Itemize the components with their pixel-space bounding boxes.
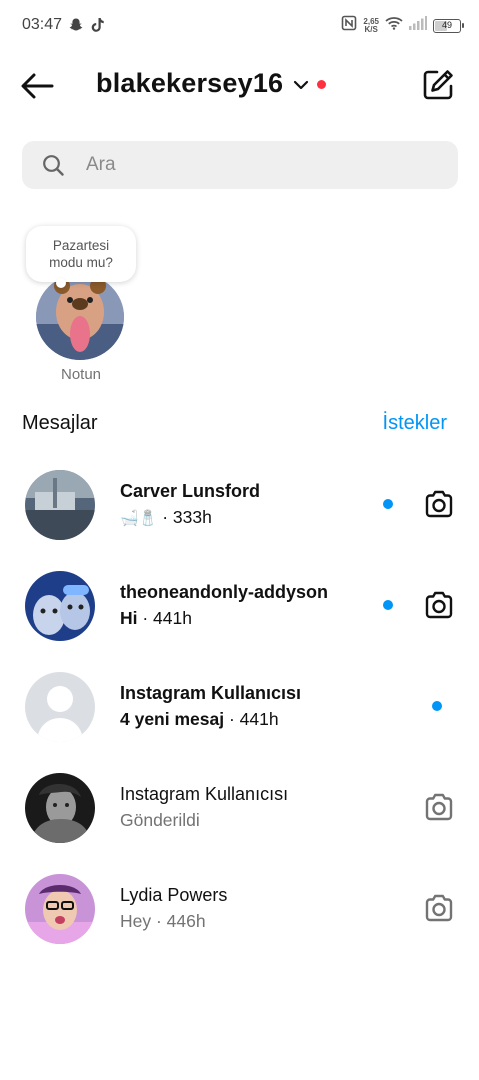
camera-button[interactable] <box>423 488 455 520</box>
thread-preview: 🛁🧂 · 333h <box>120 507 212 528</box>
thread-time: · 441h <box>137 608 192 628</box>
camera-button[interactable] <box>423 589 455 621</box>
account-switcher[interactable]: blakekersey16 <box>96 68 327 99</box>
battery-icon: 49 <box>433 18 464 33</box>
thread-preview: Gönderildi <box>120 810 200 831</box>
back-button[interactable] <box>18 70 56 102</box>
status-time: 03:47 <box>22 16 63 33</box>
snapchat-icon <box>68 17 84 38</box>
note-bubble[interactable]: Pazartesi modu mu? <box>26 226 136 288</box>
nfc-icon <box>341 15 357 36</box>
chevron-down-icon <box>293 77 309 95</box>
search-icon <box>43 155 64 176</box>
my-note[interactable]: Pazartesi modu mu? Notun <box>22 224 140 390</box>
avatar <box>25 773 95 843</box>
battery-percent: 49 <box>441 19 452 30</box>
thread-preview-text: Hi <box>120 608 138 628</box>
note-label: Notun <box>60 366 102 383</box>
thread-preview-text: Hey <box>120 911 152 931</box>
avatar <box>25 470 95 540</box>
thread-name: theoneandonly-addyson <box>120 582 329 602</box>
note-text-line-2: modu mu? <box>49 255 113 270</box>
note-text-line-1: Pazartesi <box>52 238 110 253</box>
thread-item[interactable]: Carver Lunsford 🛁🧂 · 333h <box>0 460 479 550</box>
signal-icon <box>409 16 427 35</box>
inbox-header: blakekersey16 <box>0 56 479 116</box>
camera-icon <box>425 591 453 619</box>
wifi-icon <box>385 16 403 35</box>
thread-time: · 441h <box>224 709 279 729</box>
thread-preview: Hi · 441h <box>120 608 192 629</box>
thread-preview-emoji: 🛁🧂 <box>120 509 158 527</box>
unread-dot <box>383 499 393 509</box>
messages-heading: Mesajlar <box>22 412 98 434</box>
unread-dot <box>432 701 442 711</box>
notification-dot <box>317 80 327 89</box>
avatar <box>25 571 95 641</box>
avatar <box>25 874 95 944</box>
compose-icon <box>423 70 453 100</box>
status-left-icons <box>68 17 105 38</box>
camera-button[interactable] <box>423 791 455 823</box>
thread-item[interactable]: theoneandonly-addyson Hi · 441h <box>0 561 479 651</box>
thread-preview: Hey · 446h <box>120 911 206 932</box>
thread-item[interactable]: Instagram Kullanıcısı Gönderildi <box>0 763 479 853</box>
thread-preview-text: 4 yeni mesaj <box>120 709 225 729</box>
thread-time: · 446h <box>151 911 206 931</box>
thread-preview: 4 yeni mesaj · 441h <box>120 709 279 730</box>
camera-icon <box>425 793 453 821</box>
unread-dot <box>383 600 393 610</box>
search-bar[interactable] <box>22 141 458 189</box>
arrow-left-icon <box>21 73 54 99</box>
thread-name: Instagram Kullanıcısı <box>120 683 302 703</box>
status-bar: 03:47 2,65 K/S 49 <box>0 0 479 52</box>
thread-name: Instagram Kullanıcısı <box>120 784 289 804</box>
username: blakekersey16 <box>96 68 284 98</box>
camera-icon <box>425 894 453 922</box>
camera-button[interactable] <box>423 892 455 924</box>
network-speed-unit: K/S <box>364 24 378 34</box>
status-right-icons: 2,65 K/S 49 <box>341 15 464 36</box>
thread-time: · 333h <box>157 507 212 527</box>
camera-icon <box>425 490 453 518</box>
thread-preview-text: Gönderildi <box>120 810 200 830</box>
thread-name: Carver Lunsford <box>120 481 261 501</box>
default-avatar <box>25 672 95 742</box>
new-message-button[interactable] <box>421 68 455 102</box>
network-speed: 2,65 K/S <box>363 17 379 34</box>
requests-link[interactable]: İstekler <box>383 412 447 435</box>
note-avatar <box>36 274 124 360</box>
thread-item[interactable]: Lydia Powers Hey · 446h <box>0 864 479 954</box>
search-input[interactable] <box>86 154 426 176</box>
thread-item[interactable]: Instagram Kullanıcısı 4 yeni mesaj · 441… <box>0 662 479 752</box>
tiktok-icon <box>90 17 105 38</box>
thread-name: Lydia Powers <box>120 885 228 905</box>
